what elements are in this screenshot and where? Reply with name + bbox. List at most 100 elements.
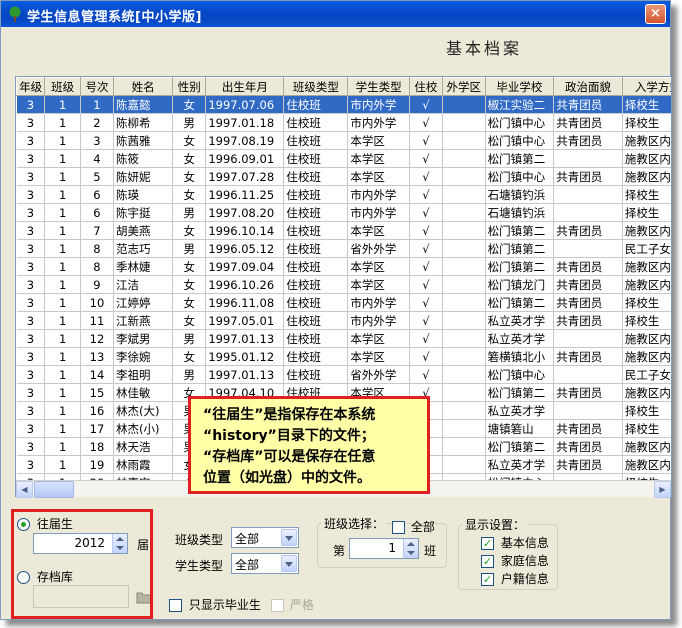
table-cell[interactable]: 住校班: [283, 221, 349, 240]
table-cell[interactable]: 共青团员: [553, 419, 623, 438]
table-cell[interactable]: 施教区内: [622, 383, 671, 402]
table-cell[interactable]: 1997.09.04: [205, 257, 285, 276]
table-cell[interactable]: 1: [44, 455, 81, 474]
table-cell[interactable]: 择校生: [622, 419, 671, 438]
table-cell[interactable]: 施教区内: [622, 257, 671, 276]
table-cell[interactable]: 1: [44, 419, 81, 438]
table-cell[interactable]: 住校班: [283, 149, 349, 168]
table-cell[interactable]: [442, 131, 486, 150]
table-cell[interactable]: 松门镇中心: [485, 131, 555, 150]
table-cell[interactable]: 17: [80, 419, 115, 438]
table-cell[interactable]: 1997.05.01: [205, 311, 285, 330]
table-cell[interactable]: 8: [80, 239, 115, 258]
table-cell[interactable]: 3: [16, 185, 46, 204]
table-cell[interactable]: 3: [16, 365, 46, 384]
grid-column-header[interactable]: 班级: [44, 77, 81, 96]
table-cell[interactable]: 3: [16, 149, 46, 168]
table-cell[interactable]: √: [409, 167, 443, 186]
table-cell[interactable]: 本学区: [347, 329, 410, 348]
table-cell[interactable]: √: [409, 149, 443, 168]
table-cell[interactable]: [553, 329, 623, 348]
table-cell[interactable]: 私立英才学: [485, 311, 555, 330]
table-cell[interactable]: 3: [16, 293, 46, 312]
table-cell[interactable]: 石塘镇钓浜: [485, 203, 555, 222]
table-cell[interactable]: 李祖明: [113, 365, 174, 384]
grid-column-header[interactable]: 年级: [16, 77, 46, 96]
table-cell[interactable]: 3: [16, 383, 46, 402]
table-cell[interactable]: 13: [80, 347, 115, 366]
table-cell[interactable]: 林佳敏: [113, 383, 174, 402]
table-cell[interactable]: 本学区: [347, 221, 410, 240]
grid-column-header[interactable]: 出生年月: [205, 77, 285, 96]
table-cell[interactable]: 1: [44, 437, 81, 456]
table-cell[interactable]: [442, 437, 486, 456]
display-household-option[interactable]: ✓ 户籍信息: [481, 570, 549, 587]
table-cell[interactable]: 1997.08.20: [205, 203, 285, 222]
table-cell[interactable]: 共青团员: [553, 95, 623, 114]
scroll-left-icon[interactable]: ◀: [16, 481, 33, 498]
table-cell[interactable]: 民工子女: [622, 365, 671, 384]
table-cell[interactable]: 3: [16, 257, 46, 276]
table-cell[interactable]: 15: [80, 383, 115, 402]
table-cell[interactable]: 女: [172, 311, 207, 330]
table-cell[interactable]: 住校班: [283, 293, 349, 312]
table-cell[interactable]: 3: [80, 131, 115, 150]
table-cell[interactable]: 住校班: [283, 95, 349, 114]
table-cell[interactable]: 本学区: [347, 275, 410, 294]
table-cell[interactable]: √: [409, 329, 443, 348]
table-cell[interactable]: √: [409, 365, 443, 384]
table-cell[interactable]: 3: [16, 167, 46, 186]
table-cell[interactable]: 3: [16, 275, 46, 294]
table-cell[interactable]: [442, 239, 486, 258]
table-cell[interactable]: 1996.10.14: [205, 221, 285, 240]
table-cell[interactable]: 住校班: [283, 239, 349, 258]
grid-column-header[interactable]: 姓名: [113, 77, 174, 96]
table-cell[interactable]: 本学区: [347, 131, 410, 150]
table-cell[interactable]: 施教区内: [622, 329, 671, 348]
table-cell[interactable]: 1997.01.18: [205, 113, 285, 132]
table-cell[interactable]: [442, 167, 486, 186]
table-cell[interactable]: 胡美燕: [113, 221, 174, 240]
table-cell[interactable]: 李斌男: [113, 329, 174, 348]
display-family-checkbox[interactable]: ✓: [481, 555, 494, 568]
table-cell[interactable]: [553, 203, 623, 222]
table-cell[interactable]: 施教区内: [622, 347, 671, 366]
table-cell[interactable]: 松门镇中心: [485, 365, 555, 384]
table-cell[interactable]: 住校班: [283, 185, 349, 204]
table-row[interactable]: 3 1 13 李徐婉女 1995.01.12 住校班 本学区 √ 箬横镇北小 共青团员 施教区内: [16, 347, 671, 366]
table-cell[interactable]: 市内外学: [347, 113, 410, 132]
table-cell[interactable]: 16: [80, 401, 115, 420]
table-cell[interactable]: 女: [172, 293, 207, 312]
display-family-option[interactable]: ✓ 家庭信息: [481, 552, 549, 569]
table-cell[interactable]: 18: [80, 437, 115, 456]
table-cell[interactable]: 江洁: [113, 275, 174, 294]
table-cell[interactable]: 8: [80, 257, 115, 276]
table-cell[interactable]: 省外外学: [347, 365, 410, 384]
table-row[interactable]: 3 1 5 陈妍妮女 1997.07.28 住校班 本学区 √ 松门镇中心 共青团员 施教区内: [16, 167, 671, 186]
table-cell[interactable]: 松门镇中心: [485, 113, 555, 132]
table-cell[interactable]: 住校班: [283, 329, 349, 348]
table-cell[interactable]: 1: [44, 257, 81, 276]
table-cell[interactable]: 女: [172, 167, 207, 186]
table-cell[interactable]: 1: [44, 311, 81, 330]
table-cell[interactable]: 3: [16, 221, 46, 240]
table-cell[interactable]: 1996.11.25: [205, 185, 285, 204]
table-cell[interactable]: [553, 149, 623, 168]
table-cell[interactable]: 陈宇挺: [113, 203, 174, 222]
table-cell[interactable]: [553, 239, 623, 258]
grid-column-header[interactable]: 性别: [172, 77, 207, 96]
table-cell[interactable]: 施教区内: [622, 437, 671, 456]
qualified-option[interactable]: 严格: [271, 596, 314, 613]
table-cell[interactable]: 施教区内: [622, 149, 671, 168]
grid-column-header[interactable]: 外学区: [441, 77, 486, 96]
table-cell[interactable]: [442, 275, 486, 294]
table-cell[interactable]: 住校班: [283, 203, 349, 222]
table-cell[interactable]: 住校班: [283, 131, 349, 150]
table-cell[interactable]: √: [409, 203, 443, 222]
table-cell[interactable]: 3: [16, 239, 46, 258]
table-cell[interactable]: 共青团员: [553, 437, 623, 456]
table-cell[interactable]: 共青团员: [553, 275, 623, 294]
table-cell[interactable]: 松门镇第二: [485, 383, 555, 402]
table-cell[interactable]: [442, 185, 486, 204]
table-cell[interactable]: 箬横镇北小: [485, 347, 555, 366]
